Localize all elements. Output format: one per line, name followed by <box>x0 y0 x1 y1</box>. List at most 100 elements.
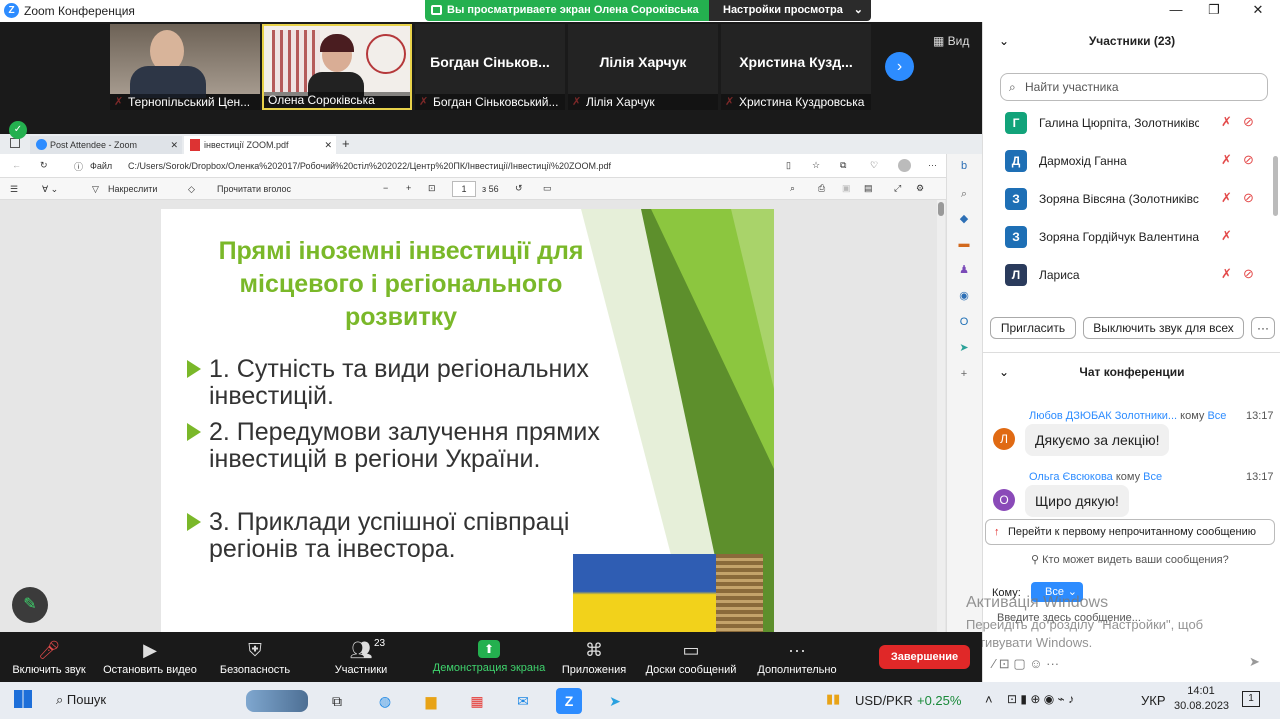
draw-button[interactable]: Накреслити <box>108 184 157 194</box>
mute-all-button[interactable]: Выключить звук для всех <box>1083 317 1244 339</box>
invite-button[interactable]: Пригласить <box>990 317 1076 339</box>
toolbar-item-4[interactable]: ⬆ Демонстрация экрана <box>426 640 552 678</box>
mic-off-icon[interactable]: ✗ <box>1221 152 1232 168</box>
mail-icon[interactable]: ✉ <box>510 688 536 714</box>
mic-off-icon[interactable]: ✗ <box>1221 266 1232 282</box>
language-indicator[interactable]: УКР <box>1141 693 1166 708</box>
tag-icon[interactable]: ◆ <box>956 211 972 227</box>
next-page-icon[interactable]: › <box>885 52 914 81</box>
participants-scrollbar[interactable] <box>1273 156 1278 216</box>
mic-off-icon[interactable]: ✗ <box>1221 190 1232 206</box>
zoom-in-icon[interactable]: + <box>406 183 411 193</box>
annotate-pen-icon[interactable]: ✎ <box>12 587 48 623</box>
video-tile-2[interactable]: Олена Сороківська <box>262 24 412 110</box>
favorite-icon[interactable]: ☆ <box>812 160 820 171</box>
fit-page-icon[interactable]: ⊡ <box>428 183 436 194</box>
toolbox-icon[interactable]: ▬ <box>956 236 972 252</box>
participant-row[interactable]: З Зоряна Вівсяна (Золотниківсь... ✗ ⊘ <box>983 180 1273 218</box>
bing-icon[interactable]: b <box>956 158 972 174</box>
pdf-scrollbar[interactable] <box>937 200 945 632</box>
video-off-icon[interactable]: ⊘ <box>1243 266 1254 282</box>
tray-chevron-icon[interactable]: ˄ <box>985 692 993 707</box>
minimize-icon[interactable]: — <box>1166 2 1186 20</box>
back-icon[interactable]: ← <box>12 160 21 170</box>
chat-sender[interactable]: Ольга Євсюкова <box>1029 471 1113 483</box>
send-icon[interactable]: ➤ <box>1249 654 1260 670</box>
video-off-icon[interactable]: ⊘ <box>1243 114 1254 130</box>
search-icon[interactable]: ⌕ <box>790 183 795 194</box>
video-tile-1[interactable]: ✗ Тернопільський Цен... <box>110 24 260 110</box>
tab-actions-icon[interactable] <box>10 138 20 148</box>
notifications-icon[interactable]: 1 <box>1242 691 1260 707</box>
page-view-icon[interactable]: ▭ <box>543 183 552 194</box>
telegram-icon[interactable]: ➤ <box>602 688 628 714</box>
outlook-icon[interactable]: O <box>956 314 972 330</box>
toolbar-item-6[interactable]: ▭ Доски сообщений <box>640 640 742 678</box>
mic-off-icon[interactable]: ✗ <box>1221 114 1232 130</box>
read-aloud-button[interactable]: Прочитати вголос <box>217 184 291 194</box>
emoji-icon[interactable]: ☺ <box>1029 656 1046 671</box>
close-tab-icon[interactable]: ✕ <box>170 136 178 154</box>
maximize-icon[interactable]: ❐ <box>1204 2 1224 20</box>
save-icon[interactable]: ▣ <box>842 183 851 194</box>
extension-icon[interactable]: ♡ <box>870 160 878 171</box>
participant-row[interactable]: Г Галина Цюрпіта, Золотниківсь... ✗ ⊘ <box>983 104 1273 142</box>
rotate-icon[interactable]: ↺ <box>515 183 523 194</box>
store-icon[interactable]: ▦ <box>464 688 490 714</box>
who-can-see-link[interactable]: ⚲ Кто может видеть ваши сообщения? <box>1031 553 1229 566</box>
eraser-icon[interactable]: ◇ <box>188 184 195 195</box>
tab-pdf[interactable]: інвестиції ZOOM.pdf ✕ <box>184 136 336 154</box>
more-options-button[interactable]: ··· <box>1251 317 1275 339</box>
chat-sender[interactable]: Любов ДЗЮБАК Золотники... <box>1029 410 1177 422</box>
send-icon[interactable]: ➤ <box>956 340 972 356</box>
file-explorer-icon[interactable]: ▆ <box>418 688 444 714</box>
menu-dots-icon[interactable]: ··· <box>928 160 937 170</box>
highlight-icon[interactable]: ∀ ⌄ <box>42 184 58 195</box>
new-tab-icon[interactable]: + <box>342 136 350 151</box>
end-meeting-button[interactable]: Завершение <box>879 645 970 669</box>
toolbar-item-0[interactable]: 🎤︎ Включить звук <box>8 640 90 678</box>
toolbar-item-3[interactable]: 👥︎ 23 Участники <box>322 638 400 678</box>
toolbar-item-7[interactable]: ··· Дополнительно <box>752 640 842 678</box>
office-icon[interactable]: ◉ <box>956 288 972 304</box>
games-icon[interactable]: ♟ <box>956 262 972 278</box>
participant-row[interactable]: Д Дармохід Ганна ✗ ⊘ <box>983 142 1273 180</box>
file-icon[interactable]: ▢ <box>1013 656 1029 671</box>
toolbar-item-2[interactable]: ⛨ Безопасность <box>214 640 296 678</box>
refresh-icon[interactable]: ↻ <box>40 160 48 171</box>
participant-row[interactable]: З Зоряна Гордійчук Валентина Кури... ✗ <box>983 218 1273 256</box>
profile-avatar[interactable] <box>898 159 911 172</box>
scroll-thumb[interactable] <box>938 202 944 216</box>
screenshot-icon[interactable]: ⊡ <box>999 656 1014 671</box>
tab-zoom[interactable]: Post Attendee - Zoom ✕ <box>30 136 182 154</box>
view-button[interactable]: ▦ Вид <box>933 34 969 48</box>
video-tile-4[interactable]: Лілія Харчук ✗ Лілія Харчук <box>568 24 718 110</box>
url-field[interactable]: C:/Users/Sorok/Dropbox/Оленка%202017/Роб… <box>128 161 748 171</box>
settings-icon[interactable]: ⚙ <box>916 183 924 194</box>
windows-start-icon[interactable] <box>14 690 32 708</box>
video-off-icon[interactable]: ⊘ <box>1243 190 1254 206</box>
toolbar-item-5[interactable]: ⌘ Приложения <box>556 640 632 678</box>
contents-icon[interactable]: ☰ <box>10 184 18 195</box>
more-icon[interactable]: ··· <box>1046 656 1059 671</box>
search-icon[interactable]: ⌕ <box>956 186 972 202</box>
print-icon[interactable]: ⎙ <box>818 183 825 194</box>
video-off-icon[interactable]: ⊘ <box>1243 152 1254 168</box>
save-as-icon[interactable]: ▤ <box>864 183 873 194</box>
reader-icon[interactable]: ▯ <box>786 160 791 171</box>
fullscreen-icon[interactable]: ⤢ <box>894 183 901 194</box>
view-settings-button[interactable]: Настройки просмотра ⌄ <box>709 0 871 21</box>
edge-icon[interactable]: ◍ <box>372 688 398 714</box>
toolbar-item-1[interactable]: ▶ Остановить видео <box>100 640 200 678</box>
close-tab-icon[interactable]: ✕ <box>324 136 332 154</box>
mic-off-icon[interactable]: ✗ <box>1221 228 1232 244</box>
tray-icons[interactable]: ⊡ ▮ ⊕ ◉ ⌁ ♪ <box>1007 692 1074 706</box>
jump-unread-button[interactable]: ↑ Перейти к первому непрочитанному сообще… <box>985 519 1275 545</box>
clock[interactable]: 14:01 30.08.2023 <box>1174 685 1229 712</box>
close-icon[interactable]: ✕ <box>1248 2 1268 20</box>
video-tile-5[interactable]: Христина Кузд... ✗ Христина Куздровська <box>721 24 871 110</box>
taskbar-search[interactable]: ⌕ Пошук <box>56 692 106 708</box>
participant-search-input[interactable]: ⌕ Найти участника <box>1000 73 1268 101</box>
participant-row[interactable]: Л Лариса ✗ ⊘ <box>983 256 1273 294</box>
zoom-out-icon[interactable]: − <box>383 183 388 193</box>
